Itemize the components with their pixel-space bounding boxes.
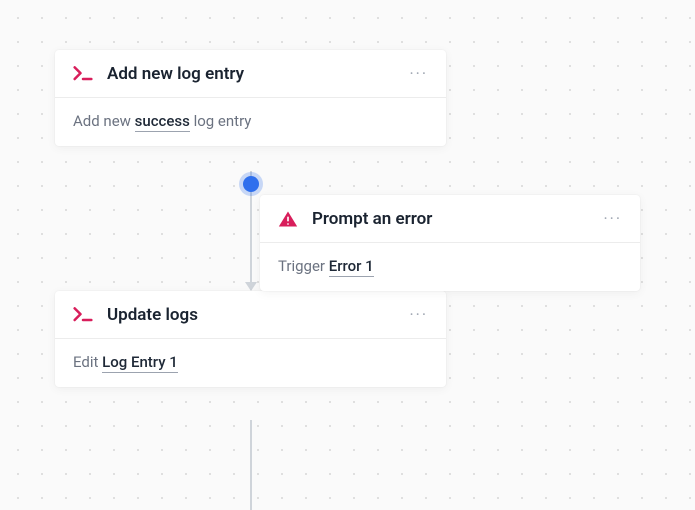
terminal-icon bbox=[73, 306, 93, 324]
card-menu-button[interactable]: ··· bbox=[409, 66, 428, 82]
card-header: Update logs ··· bbox=[55, 291, 446, 339]
card-title: Add new log entry bbox=[107, 64, 409, 84]
connector-handle-dot[interactable] bbox=[243, 176, 259, 192]
card-add-new-log-entry[interactable]: Add new log entry ··· Add new success lo… bbox=[55, 50, 446, 146]
body-variable: Log Entry 1 bbox=[102, 353, 178, 373]
card-body: Trigger Error 1 bbox=[260, 243, 640, 291]
card-menu-button[interactable]: ··· bbox=[603, 211, 622, 227]
body-variable: success bbox=[135, 112, 190, 132]
connector-line-2 bbox=[250, 420, 252, 510]
card-prompt-an-error[interactable]: Prompt an error ··· Trigger Error 1 bbox=[260, 195, 640, 291]
terminal-icon bbox=[73, 65, 93, 83]
body-suffix: log entry bbox=[190, 112, 252, 130]
body-prefix: Edit bbox=[73, 353, 102, 371]
body-prefix: Add new bbox=[73, 112, 135, 130]
card-title: Prompt an error bbox=[312, 209, 603, 229]
card-body: Add new success log entry bbox=[55, 98, 446, 146]
warning-icon bbox=[278, 210, 298, 228]
body-prefix: Trigger bbox=[278, 257, 329, 275]
card-body: Edit Log Entry 1 bbox=[55, 339, 446, 387]
card-header: Add new log entry ··· bbox=[55, 50, 446, 98]
card-menu-button[interactable]: ··· bbox=[409, 307, 428, 323]
card-title: Update logs bbox=[107, 305, 409, 325]
card-update-logs[interactable]: Update logs ··· Edit Log Entry 1 bbox=[55, 291, 446, 387]
arrowhead-1 bbox=[245, 282, 257, 291]
body-variable: Error 1 bbox=[329, 257, 374, 277]
card-header: Prompt an error ··· bbox=[260, 195, 640, 243]
